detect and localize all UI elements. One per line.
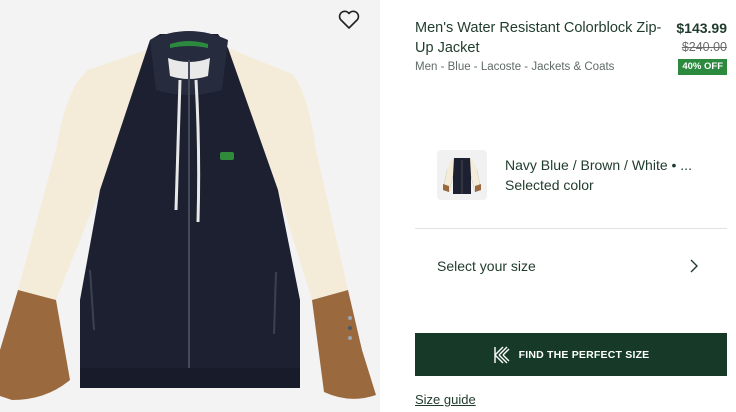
discount-badge: 40% OFF xyxy=(678,59,727,75)
sale-price: $143.99 xyxy=(676,20,727,36)
original-price: $240.00 xyxy=(681,40,727,54)
size-guide-link[interactable]: Size guide xyxy=(415,392,476,407)
find-perfect-size-label: FIND THE PERFECT SIZE xyxy=(518,348,650,361)
product-title: Men's Water Resistant Colorblock Zip-Up … xyxy=(415,20,662,56)
divider xyxy=(415,228,727,229)
gallery-pagination xyxy=(346,316,354,356)
gallery-dot[interactable] xyxy=(348,336,352,340)
size-selector[interactable]: Select your size xyxy=(415,246,727,286)
color-text: Navy Blue / Brown / White • ... Selected… xyxy=(505,155,692,195)
chevron-right-icon xyxy=(690,259,698,273)
kiwi-sizing-logo-icon xyxy=(493,346,510,363)
size-selector-label: Select your size xyxy=(437,258,536,274)
color-selector[interactable]: Navy Blue / Brown / White • ... Selected… xyxy=(437,150,727,200)
gallery-dot-active[interactable] xyxy=(348,326,352,330)
gallery-dot[interactable] xyxy=(348,316,352,320)
heart-icon xyxy=(338,10,360,29)
color-swatch-thumbnail xyxy=(437,150,487,200)
jacket-image xyxy=(0,31,376,400)
find-perfect-size-button[interactable]: FIND THE PERFECT SIZE xyxy=(415,333,727,376)
product-breadcrumb: Men - Blue - Lacoste - Jackets & Coats xyxy=(415,61,615,73)
color-status: Selected color xyxy=(505,177,594,193)
favorite-button[interactable] xyxy=(336,8,362,34)
color-name: Navy Blue / Brown / White • ... xyxy=(505,157,692,173)
product-image[interactable] xyxy=(0,0,380,412)
price-block: $143.99 $240.00 40% OFF xyxy=(676,18,727,75)
